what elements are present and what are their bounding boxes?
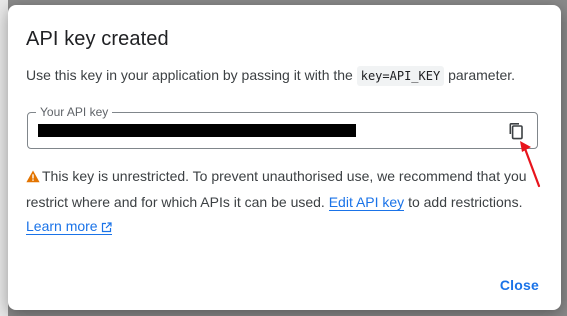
warning-icon bbox=[26, 166, 40, 190]
key-param-code: key=API_KEY bbox=[356, 66, 445, 86]
unrestricted-warning: This key is unrestricted. To prevent una… bbox=[26, 164, 546, 240]
description-suffix: parameter. bbox=[444, 67, 516, 83]
api-key-field[interactable]: Your API key bbox=[27, 105, 538, 149]
warning-suffix: to add restrictions. bbox=[404, 194, 523, 210]
annotation-arrow-icon bbox=[520, 141, 541, 188]
api-key-field-label: Your API key bbox=[36, 105, 113, 119]
api-key-value-redacted[interactable] bbox=[38, 124, 356, 137]
edit-api-key-link[interactable]: Edit API key bbox=[328, 194, 405, 211]
description-prefix: Use this key in your application by pass… bbox=[26, 67, 357, 83]
external-link-icon bbox=[101, 216, 112, 240]
dialog-title: API key created bbox=[26, 28, 169, 50]
learn-more-label: Learn more bbox=[26, 218, 98, 234]
close-button[interactable]: Close bbox=[500, 277, 539, 293]
learn-more-link[interactable]: Learn more bbox=[26, 218, 112, 235]
api-key-dialog: API key created Use this key in your app… bbox=[8, 5, 561, 310]
dialog-description: Use this key in your application by pass… bbox=[26, 64, 551, 87]
